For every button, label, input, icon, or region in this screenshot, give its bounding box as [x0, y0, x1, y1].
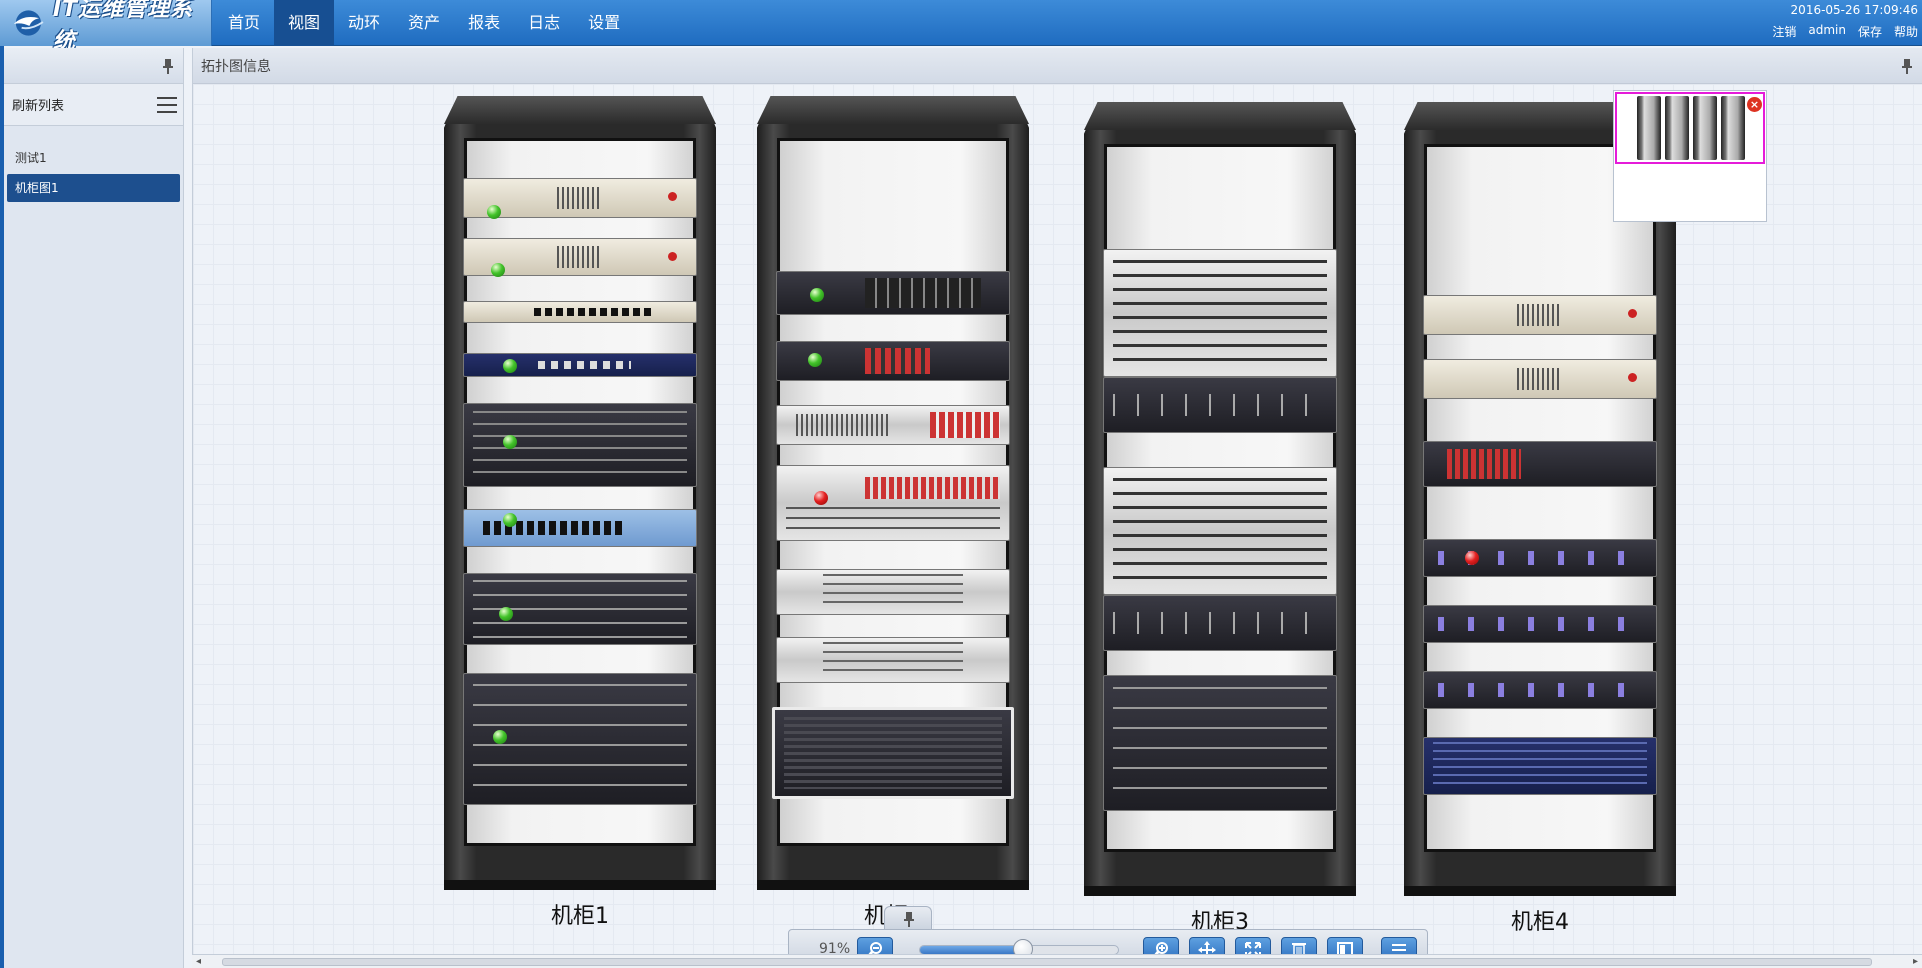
status-ok-indicator[interactable] — [491, 263, 505, 277]
app-logo[interactable]: IT运维管理系统 — [0, 0, 212, 54]
rack-label-1: 机柜1 — [551, 904, 609, 929]
scroll-left-icon[interactable]: ◂ — [196, 956, 201, 967]
zoom-slider-fill — [920, 946, 1023, 954]
main-nav: 首页 视图 动环 资产 报表 日志 设置 — [214, 0, 634, 46]
rack-device[interactable] — [776, 465, 1010, 541]
sidebar-list: 测试1 机柜图1 — [4, 126, 183, 202]
rack-device[interactable] — [1423, 441, 1657, 487]
menu-icon[interactable] — [157, 96, 177, 113]
clock: 2016-05-26 17:09:46 — [1790, 3, 1918, 17]
content-header: 拓扑图信息 — [193, 48, 1922, 84]
rack-device[interactable] — [776, 569, 1010, 615]
status-ok-indicator[interactable] — [499, 607, 513, 621]
overview-rack-thumb — [1693, 96, 1717, 160]
overview-rack-thumb — [1637, 96, 1661, 160]
content-panel: 拓扑图信息 机柜1 机柜3 机柜4 × — [192, 48, 1922, 968]
nav-item-assets[interactable]: 资产 — [394, 0, 454, 46]
header-links: 注销 admin 保存 帮助 — [1772, 23, 1918, 40]
rack-device[interactable] — [1423, 671, 1657, 709]
status-ok-indicator[interactable] — [503, 513, 517, 527]
rack-device[interactable] — [463, 301, 697, 323]
app-title: IT运维管理系统 — [52, 0, 194, 54]
rack-2[interactable] — [757, 96, 1029, 890]
overview-rack-thumb — [1721, 96, 1745, 160]
save-link[interactable]: 保存 — [1858, 23, 1882, 40]
overview-viewport[interactable] — [1615, 92, 1765, 164]
rack-device[interactable] — [1103, 249, 1337, 377]
rack-device[interactable] — [1423, 359, 1657, 399]
nav-item-environment[interactable]: 动环 — [334, 0, 394, 46]
topology-canvas[interactable]: 机柜1 机柜2 — [193, 84, 1922, 956]
rack-device[interactable] — [1423, 737, 1657, 795]
horizontal-scrollbar[interactable]: ◂ ▸ — [192, 954, 1922, 968]
nav-item-view[interactable]: 视图 — [274, 0, 335, 46]
user-link[interactable]: admin — [1808, 23, 1846, 40]
sidebar-item-rack-diagram1[interactable]: 机柜图1 — [7, 174, 180, 202]
pin-icon[interactable] — [1900, 58, 1914, 74]
status-ok-indicator[interactable] — [503, 359, 517, 373]
nav-item-logs[interactable]: 日志 — [514, 0, 574, 46]
rack-device[interactable] — [463, 573, 697, 645]
overview-panel[interactable]: × — [1613, 90, 1767, 222]
scrollbar-thumb[interactable] — [222, 958, 1872, 966]
header-right: 2016-05-26 17:09:46 注销 admin 保存 帮助 — [1772, 3, 1918, 40]
status-alarm-indicator[interactable] — [814, 491, 828, 505]
rack-device[interactable] — [1423, 539, 1657, 577]
status-ok-indicator[interactable] — [810, 288, 824, 302]
nav-item-reports[interactable]: 报表 — [454, 0, 514, 46]
overview-rack-thumb — [1665, 96, 1689, 160]
rack-device[interactable] — [463, 509, 697, 547]
rack-device[interactable] — [463, 403, 697, 487]
status-ok-indicator[interactable] — [493, 730, 507, 744]
rack-label-4: 机柜4 — [1511, 910, 1569, 935]
top-header: IT运维管理系统 首页 视图 动环 资产 报表 日志 设置 2016-05-26… — [0, 0, 1922, 54]
sidebar-header: 刷新列表 — [4, 84, 183, 126]
status-ok-indicator[interactable] — [503, 435, 517, 449]
sidebar-titlebar — [4, 48, 183, 84]
rack-device[interactable] — [1103, 467, 1337, 595]
close-icon[interactable]: × — [1747, 97, 1762, 112]
rack-device[interactable] — [463, 353, 697, 377]
rack-1[interactable] — [444, 96, 716, 890]
pin-icon — [904, 912, 914, 927]
rack-device[interactable] — [1103, 595, 1337, 651]
rack-device[interactable] — [1103, 675, 1337, 811]
status-ok-indicator[interactable] — [808, 353, 822, 367]
rack-device[interactable] — [1423, 295, 1657, 335]
help-link[interactable]: 帮助 — [1894, 23, 1918, 40]
sidebar-item-test1[interactable]: 测试1 — [7, 144, 180, 172]
rack-device[interactable] — [776, 637, 1010, 683]
refresh-list-label[interactable]: 刷新列表 — [12, 95, 64, 114]
bird-logo-icon — [13, 10, 44, 36]
content-title: 拓扑图信息 — [201, 58, 271, 75]
status-ok-indicator[interactable] — [487, 205, 501, 219]
toolbar-pin-tab[interactable] — [884, 906, 932, 930]
rack-3[interactable] — [1084, 102, 1356, 896]
status-alarm-indicator[interactable] — [1465, 551, 1479, 565]
rack-device[interactable] — [772, 707, 1014, 799]
rack-device[interactable] — [1103, 377, 1337, 433]
nav-item-home[interactable]: 首页 — [214, 0, 274, 46]
rack-device[interactable] — [1423, 605, 1657, 643]
nav-item-settings[interactable]: 设置 — [574, 0, 634, 46]
sidebar: 刷新列表 测试1 机柜图1 — [4, 48, 184, 968]
logout-link[interactable]: 注销 — [1772, 23, 1796, 40]
scroll-right-icon[interactable]: ▸ — [1913, 956, 1918, 967]
pin-icon[interactable] — [161, 58, 175, 74]
rack-device[interactable] — [776, 405, 1010, 445]
